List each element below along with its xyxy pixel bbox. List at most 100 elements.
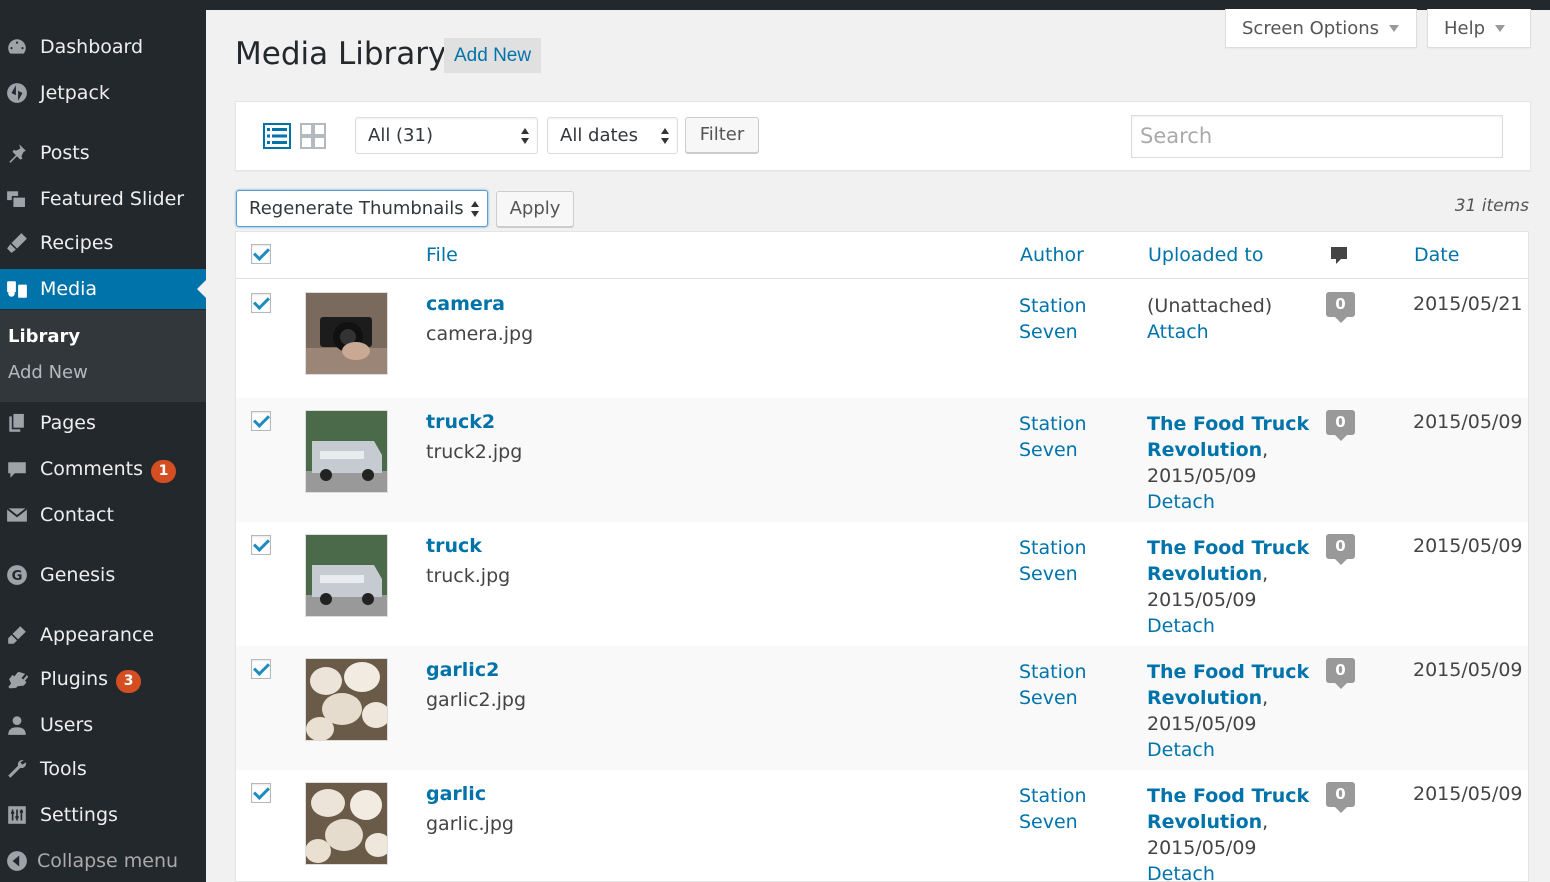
menu-genesis[interactable]: G Genesis: [0, 555, 206, 595]
parent-post-link[interactable]: Revolution: [1147, 563, 1262, 585]
select-all-checkbox[interactable]: [251, 244, 271, 264]
uploaded-to: (Unattached) Attach: [1147, 293, 1317, 345]
dashboard-icon: [4, 34, 30, 60]
media-title-link[interactable]: truck2: [426, 411, 495, 433]
collapse-menu-button[interactable]: Collapse menu: [0, 841, 206, 881]
row-checkbox[interactable]: [251, 659, 271, 679]
media-table: File Author Uploaded to Date camera came…: [235, 231, 1529, 882]
search-input[interactable]: Search: [1131, 115, 1503, 158]
tools-icon: [4, 756, 30, 782]
media-filename: truck.jpg: [426, 565, 511, 587]
parent-post-link[interactable]: The Food Truck: [1147, 535, 1317, 561]
page-title: Media Library: [235, 36, 447, 72]
menu-contact[interactable]: Contact: [0, 495, 206, 535]
grid-view-icon[interactable]: [299, 122, 327, 150]
table-row: truck truck.jpg Station Seven The Food Tr…: [236, 522, 1528, 646]
row-checkbox[interactable]: [251, 535, 271, 555]
date-filter-select[interactable]: All dates: [547, 117, 678, 154]
column-uploaded-to[interactable]: Uploaded to: [1148, 244, 1263, 266]
row-checkbox[interactable]: [251, 293, 271, 313]
menu-appearance[interactable]: Appearance: [0, 615, 206, 655]
attach-link[interactable]: Attach: [1147, 319, 1317, 345]
screen-options-button[interactable]: Screen Options: [1225, 9, 1417, 48]
author-link[interactable]: Station Seven: [1019, 293, 1119, 345]
submenu-library[interactable]: Library: [8, 326, 80, 347]
menu-plugins[interactable]: Plugins 3: [0, 660, 206, 700]
pages-icon: [4, 410, 30, 436]
row-checkbox[interactable]: [251, 411, 271, 431]
menu-recipes[interactable]: Recipes: [0, 223, 206, 263]
settings-icon: [4, 802, 30, 828]
detach-link[interactable]: Detach: [1147, 737, 1317, 763]
select-arrows-icon: [471, 201, 479, 217]
column-author[interactable]: Author: [1020, 244, 1084, 266]
menu-jetpack[interactable]: Jetpack: [0, 73, 206, 113]
pin-icon: [4, 140, 30, 166]
caret-down-icon: [1389, 24, 1400, 32]
media-filename: garlic.jpg: [426, 813, 514, 835]
media-date: 2015/05/09: [1413, 411, 1523, 433]
parent-post-link[interactable]: Revolution: [1147, 439, 1262, 461]
table-row: garlic garlic.jpg Station Seven The Food …: [236, 770, 1528, 881]
comment-count-bubble[interactable]: 0: [1326, 782, 1355, 813]
thumbnail-camera[interactable]: [305, 292, 388, 375]
comment-count-bubble[interactable]: 0: [1326, 658, 1355, 689]
media-date: 2015/05/09: [1413, 659, 1523, 681]
parent-post-link[interactable]: The Food Truck: [1147, 783, 1317, 809]
recipes-icon: [4, 230, 30, 256]
menu-comments[interactable]: Comments 1: [0, 450, 206, 490]
help-button[interactable]: Help: [1427, 9, 1531, 48]
menu-media[interactable]: Media: [0, 269, 206, 309]
menu-users[interactable]: Users: [0, 705, 206, 745]
uploaded-to: The Food Truck Revolution, 2015/05/09 De…: [1147, 411, 1317, 515]
media-toolbar: All (31) All dates Filter Search: [235, 101, 1531, 171]
jetpack-icon: [4, 80, 30, 106]
menu-dashboard[interactable]: Dashboard: [0, 27, 206, 67]
parent-post-link[interactable]: The Food Truck: [1147, 411, 1317, 437]
author-link[interactable]: Station Seven: [1019, 783, 1119, 835]
media-title-link[interactable]: garlic: [426, 783, 486, 805]
bulk-action-select[interactable]: Regenerate Thumbnails: [236, 190, 488, 227]
filter-button[interactable]: Filter: [685, 117, 759, 153]
detach-link[interactable]: Detach: [1147, 861, 1317, 881]
submenu-add-new[interactable]: Add New: [8, 362, 88, 383]
select-arrows-icon: [521, 128, 529, 144]
media-title-link[interactable]: garlic2: [426, 659, 499, 681]
media-type-select[interactable]: All (31): [355, 117, 538, 154]
comment-count-bubble[interactable]: 0: [1326, 410, 1355, 441]
menu-featured-slider[interactable]: Featured Slider: [0, 179, 206, 219]
parent-post-link[interactable]: The Food Truck: [1147, 659, 1317, 685]
media-title-link[interactable]: truck: [426, 535, 482, 557]
author-link[interactable]: Station Seven: [1019, 535, 1119, 587]
admin-sidebar: Dashboard Jetpack Posts Featured Slider …: [0, 0, 206, 882]
thumbnail-truck[interactable]: [305, 534, 388, 617]
table-row: truck2 truck2.jpg Station Seven The Food …: [236, 398, 1528, 522]
comment-count-bubble[interactable]: 0: [1326, 534, 1355, 565]
thumbnail-garlic[interactable]: [305, 658, 388, 741]
author-link[interactable]: Station Seven: [1019, 411, 1119, 463]
author-link[interactable]: Station Seven: [1019, 659, 1119, 711]
comment-bubble-icon[interactable]: [1329, 245, 1349, 265]
menu-posts[interactable]: Posts: [0, 133, 206, 173]
parent-post-link[interactable]: Revolution: [1147, 687, 1262, 709]
comment-count-bubble[interactable]: 0: [1326, 292, 1355, 323]
thumbnail-truck[interactable]: [305, 410, 388, 493]
uploaded-to: The Food Truck Revolution, 2015/05/09 De…: [1147, 535, 1317, 639]
row-checkbox[interactable]: [251, 783, 271, 803]
parent-post-link[interactable]: Revolution: [1147, 811, 1262, 833]
svg-text:G: G: [12, 569, 23, 584]
menu-settings[interactable]: Settings: [0, 795, 206, 835]
add-new-button[interactable]: Add New: [444, 38, 542, 73]
detach-link[interactable]: Detach: [1147, 489, 1317, 515]
menu-pages[interactable]: Pages: [0, 403, 206, 443]
slider-icon: [4, 186, 30, 212]
thumbnail-garlic[interactable]: [305, 782, 388, 865]
detach-link[interactable]: Detach: [1147, 613, 1317, 639]
column-date[interactable]: Date: [1414, 244, 1459, 266]
menu-tools[interactable]: Tools: [0, 749, 206, 789]
column-file[interactable]: File: [426, 244, 458, 266]
mail-icon: [4, 502, 30, 528]
media-title-link[interactable]: camera: [426, 293, 505, 315]
apply-button[interactable]: Apply: [496, 191, 574, 227]
list-view-icon[interactable]: [263, 122, 291, 150]
